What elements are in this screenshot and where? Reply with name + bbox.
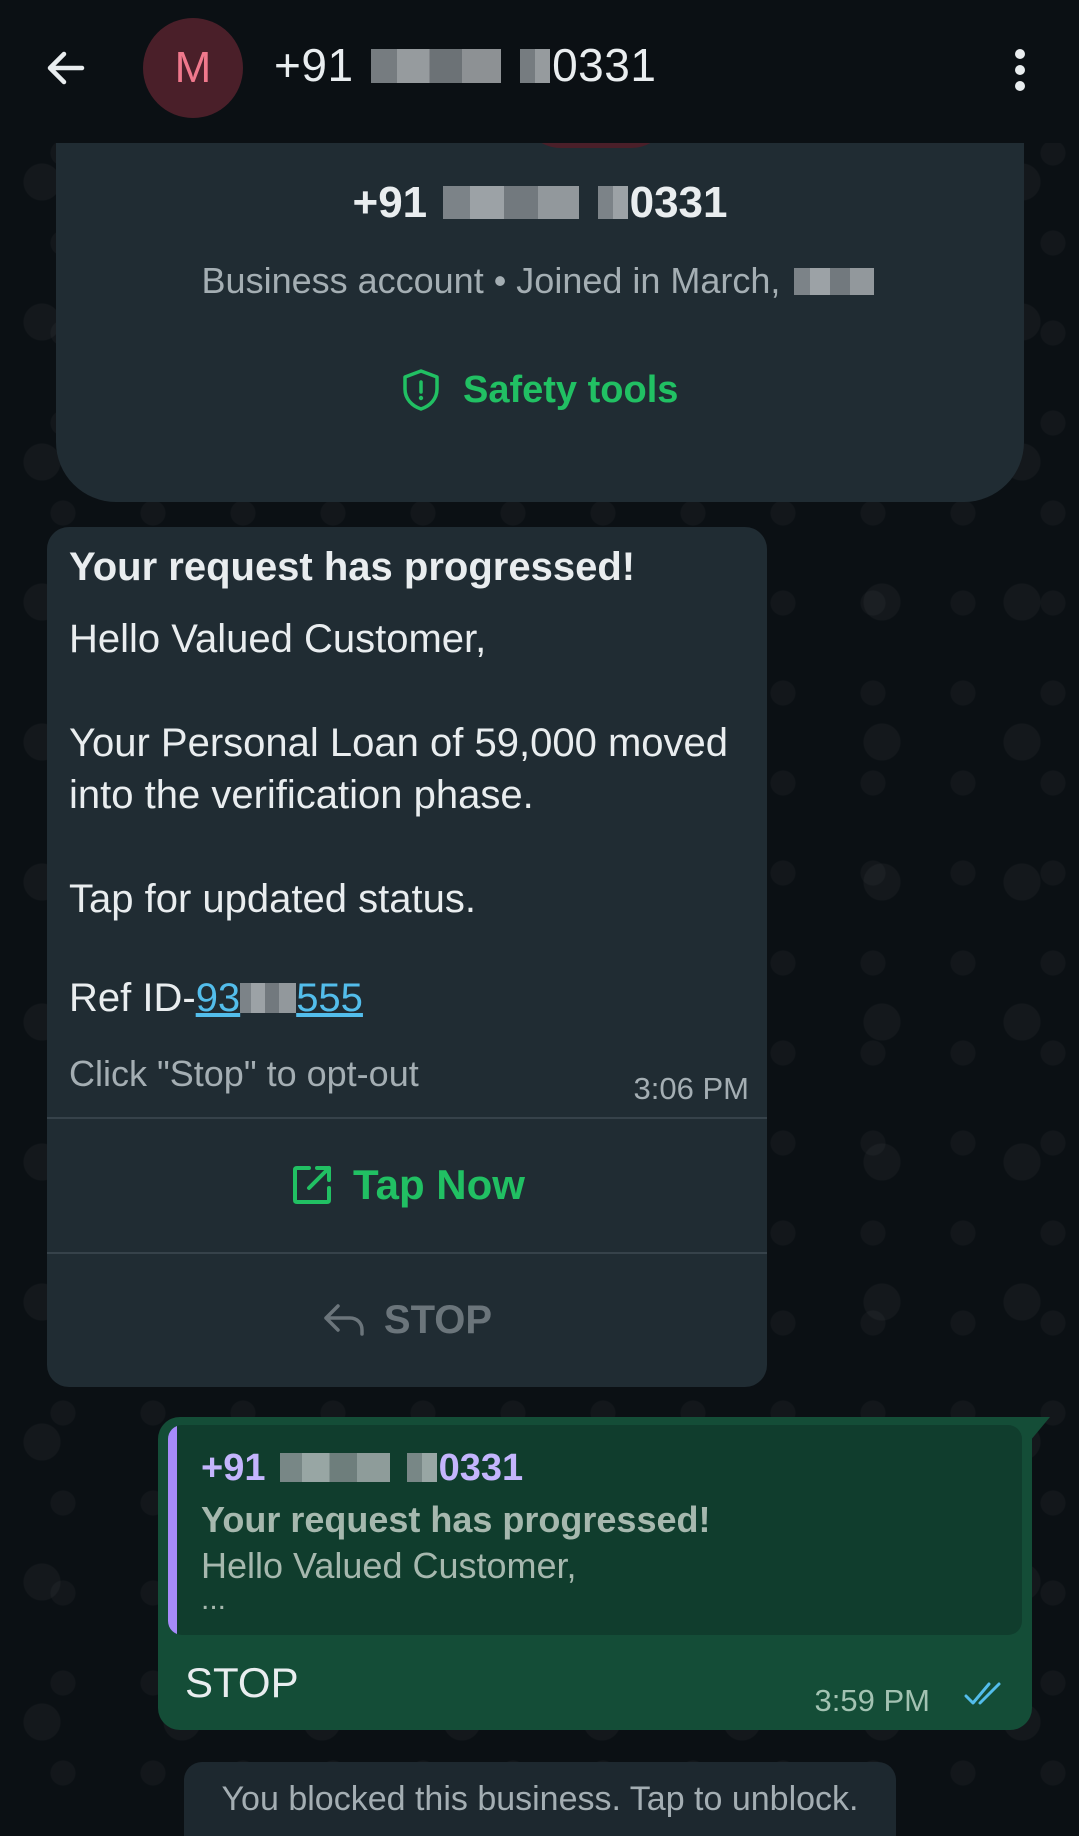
stop-quick-reply-button[interactable]: STOP: [47, 1255, 767, 1385]
double-check-icon: [964, 1682, 1001, 1705]
quote-ellipsis: ...: [201, 1583, 227, 1616]
shield-icon: [403, 369, 439, 411]
tap-now-label: Tap Now: [353, 1161, 525, 1208]
ref-id-link[interactable]: 93 555: [196, 976, 363, 1020]
redacted-block: [794, 267, 875, 295]
quote-line: Hello Valued Customer,: [201, 1545, 577, 1586]
ref-prefix: 93: [195, 976, 241, 1020]
contact-avatar[interactable]: M: [143, 18, 243, 118]
business-profile-card: +91 0331 Business account • Joined in Ma…: [56, 108, 1024, 502]
back-button[interactable]: [34, 36, 98, 100]
external-link-icon: [293, 1166, 332, 1204]
arrow-left-icon: [47, 51, 85, 85]
bubble-tail: [1030, 1417, 1050, 1441]
outgoing-time: 3:59 PM: [814, 1683, 930, 1718]
more-vertical-icon: [1015, 49, 1025, 91]
chat-header: M +91 0331: [0, 0, 1079, 143]
quote-sender-prefix: +91: [201, 1447, 266, 1489]
redacted-block: [443, 186, 580, 220]
safety-tools-label: Safety tools: [463, 368, 679, 411]
redacted-block: [240, 983, 297, 1013]
tap-now-button[interactable]: Tap Now: [47, 1119, 767, 1251]
safety-tools-button[interactable]: Safety tools: [401, 368, 678, 412]
message-body: Hello Valued Customer, Your Personal Loa…: [69, 613, 759, 977]
quote-sender: +91 0331: [201, 1447, 523, 1490]
avatar-letter: M: [174, 43, 212, 92]
message-ref: Ref ID-93 555: [69, 976, 363, 1021]
outgoing-message[interactable]: +91 0331 Your request has progressed! He…: [158, 1417, 1050, 1730]
outgoing-text: STOP: [185, 1659, 299, 1706]
redacted-block: [280, 1453, 391, 1482]
redacted-block: [597, 186, 628, 220]
incoming-message[interactable]: Your request has progressed! Hello Value…: [47, 527, 767, 1387]
stop-label: STOP: [383, 1297, 493, 1342]
title-prefix: +91: [274, 39, 354, 91]
message-greeting: Hello Valued Customer,: [69, 617, 487, 661]
ref-suffix: 555: [296, 976, 363, 1020]
profile-number: +91 0331: [56, 178, 1024, 228]
contact-title[interactable]: +91 0331: [274, 38, 656, 92]
number-suffix: 0331: [629, 178, 728, 227]
message-loan-line: Your Personal Loan of 59,000 moved into …: [69, 721, 729, 817]
message-time: 3:06 PM: [633, 1071, 749, 1106]
number-prefix: +91: [352, 178, 428, 227]
message-title: Your request has progressed!: [69, 545, 636, 589]
quote-sender-suffix: 0331: [438, 1447, 524, 1489]
quoted-message[interactable]: +91 0331 Your request has progressed! He…: [168, 1425, 1022, 1635]
title-suffix: 0331: [552, 39, 657, 91]
blocked-notice[interactable]: You blocked this business. Tap to unbloc…: [184, 1762, 896, 1836]
more-options-button[interactable]: [996, 38, 1044, 102]
optout-text: Click "Stop" to opt-out: [69, 1053, 419, 1094]
quote-bar: [168, 1425, 177, 1635]
blocked-notice-text: You blocked this business. Tap to unbloc…: [221, 1779, 859, 1818]
redacted-block: [406, 1453, 437, 1482]
reply-icon: [324, 1304, 364, 1336]
divider: [47, 1252, 767, 1254]
quote-title: Your request has progressed!: [201, 1499, 711, 1540]
message-tap-line: Tap for updated status.: [69, 877, 476, 921]
redacted-block: [370, 48, 501, 84]
profile-subtitle: Business account • Joined in March,: [56, 260, 1024, 302]
profile-subtitle-text: Business account • Joined in March,: [201, 260, 781, 301]
redacted-block: [520, 48, 551, 84]
ref-label: Ref ID-: [69, 976, 196, 1020]
